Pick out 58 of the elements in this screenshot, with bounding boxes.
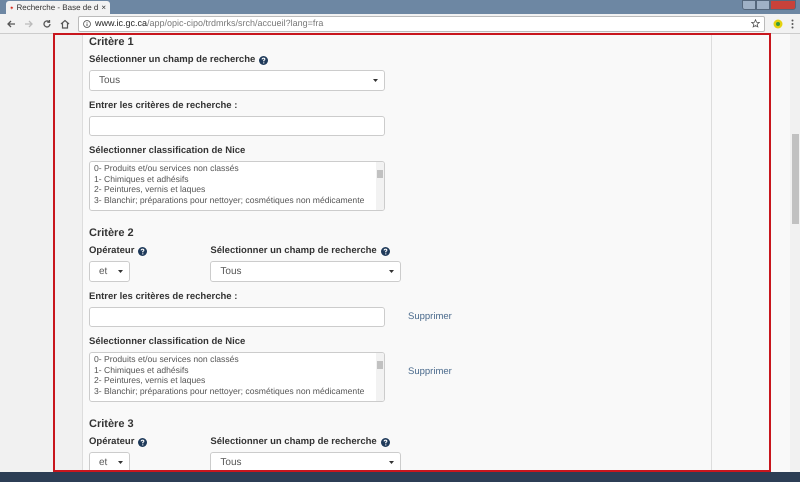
help-icon[interactable] (259, 56, 268, 64)
list-option[interactable]: 2- Peintures, vernis et laques (94, 375, 376, 386)
scrollbar[interactable] (376, 162, 384, 210)
dropdown-select[interactable]: Tous (210, 452, 402, 472)
field-label: Entrer les critères de recherche : (89, 98, 238, 113)
star-icon[interactable] (751, 19, 760, 28)
info-icon (83, 20, 91, 28)
help-icon[interactable] (138, 438, 148, 446)
maximize-button[interactable] (756, 0, 770, 10)
field-label: Entrer les critères de recherche : (89, 290, 238, 304)
back-icon[interactable] (6, 18, 16, 28)
menu-icon[interactable] (791, 18, 794, 28)
section-heading: Critère 1 (89, 35, 135, 49)
field-label: Opérateur (89, 434, 134, 449)
section-heading: Critère 3 (89, 417, 135, 431)
help-icon[interactable] (138, 246, 148, 256)
search-input[interactable] (89, 307, 385, 327)
field-label: Opérateur (89, 244, 134, 258)
classification-listbox[interactable]: 0- Produits et/ou services non classés 1- Chimiques et adhésifs 2- Peintures, vernis et laques 3- Blanchir; préparations pour nettoyer; cosmétiques non médicamente (89, 161, 385, 211)
dropdown-select[interactable]: Tous (89, 70, 385, 91)
field-label: Sélectionner classification de Nice (89, 334, 246, 349)
dropdown-select[interactable]: Tous (210, 261, 402, 282)
tab-close[interactable]: × (101, 2, 106, 14)
url-text: www.ic.gc.ca/app/opic-cipo/trdmrks/srch/accueil?lang=fra (95, 16, 324, 30)
field-label: Sélectionner un champ de recherche (210, 244, 377, 258)
help-icon[interactable] (380, 246, 390, 256)
dropdown-select[interactable]: et (89, 452, 130, 472)
dropdown-select[interactable]: et (89, 261, 130, 282)
list-option[interactable]: 3- Blanchir; préparations pour nettoyer; cosmétiques non médicamente (94, 194, 376, 205)
minimize-button[interactable] (742, 0, 756, 10)
browser-tab[interactable]: Recherche - Base de d × (6, 1, 110, 14)
field-label: Sélectionner classification de Nice (89, 144, 246, 158)
caret-icon (389, 461, 394, 464)
address-bar[interactable]: www.ic.gc.ca/app/opic-cipo/trdmrks/srch/accueil?lang=fra (78, 16, 765, 32)
reload-icon[interactable] (42, 18, 52, 28)
classification-listbox[interactable]: 0- Produits et/ou services non classés 1- Chimiques et adhésifs 2- Peintures, vernis et laques 3- Blanchir; préparations pour nettoyer; cosmétiques non médicamente (89, 352, 385, 402)
list-option[interactable]: 2- Peintures, vernis et laques (94, 184, 376, 194)
list-option[interactable]: 1- Chimiques et adhésifs (94, 174, 376, 184)
tab-title: Recherche - Base de d (16, 2, 98, 14)
remove-link[interactable]: Supprimer (408, 366, 452, 377)
remove-link[interactable]: Supprimer (408, 310, 452, 324)
scrollbar[interactable] (376, 353, 384, 401)
maple-leaf-icon (10, 4, 14, 12)
caret-icon (118, 270, 123, 273)
help-icon[interactable] (380, 438, 390, 446)
list-option[interactable]: 0- Produits et/ou services non classés (94, 354, 376, 364)
list-option[interactable]: 0- Produits et/ou services non classés (94, 163, 376, 174)
home-icon[interactable] (60, 18, 70, 28)
field-label: Sélectionner un champ de recherche (210, 434, 377, 449)
caret-icon (118, 461, 123, 464)
caret-icon (389, 270, 394, 273)
list-option[interactable]: 1- Chimiques et adhésifs (94, 364, 376, 375)
field-label: Sélectionner un champ de recherche (89, 52, 256, 67)
extension-icon[interactable] (773, 18, 783, 28)
search-input[interactable] (89, 116, 385, 136)
caret-icon (373, 79, 378, 82)
list-option[interactable]: 3- Blanchir; préparations pour nettoyer; cosmétiques non médicamente (94, 386, 376, 396)
section-heading: Critère 2 (89, 226, 135, 240)
